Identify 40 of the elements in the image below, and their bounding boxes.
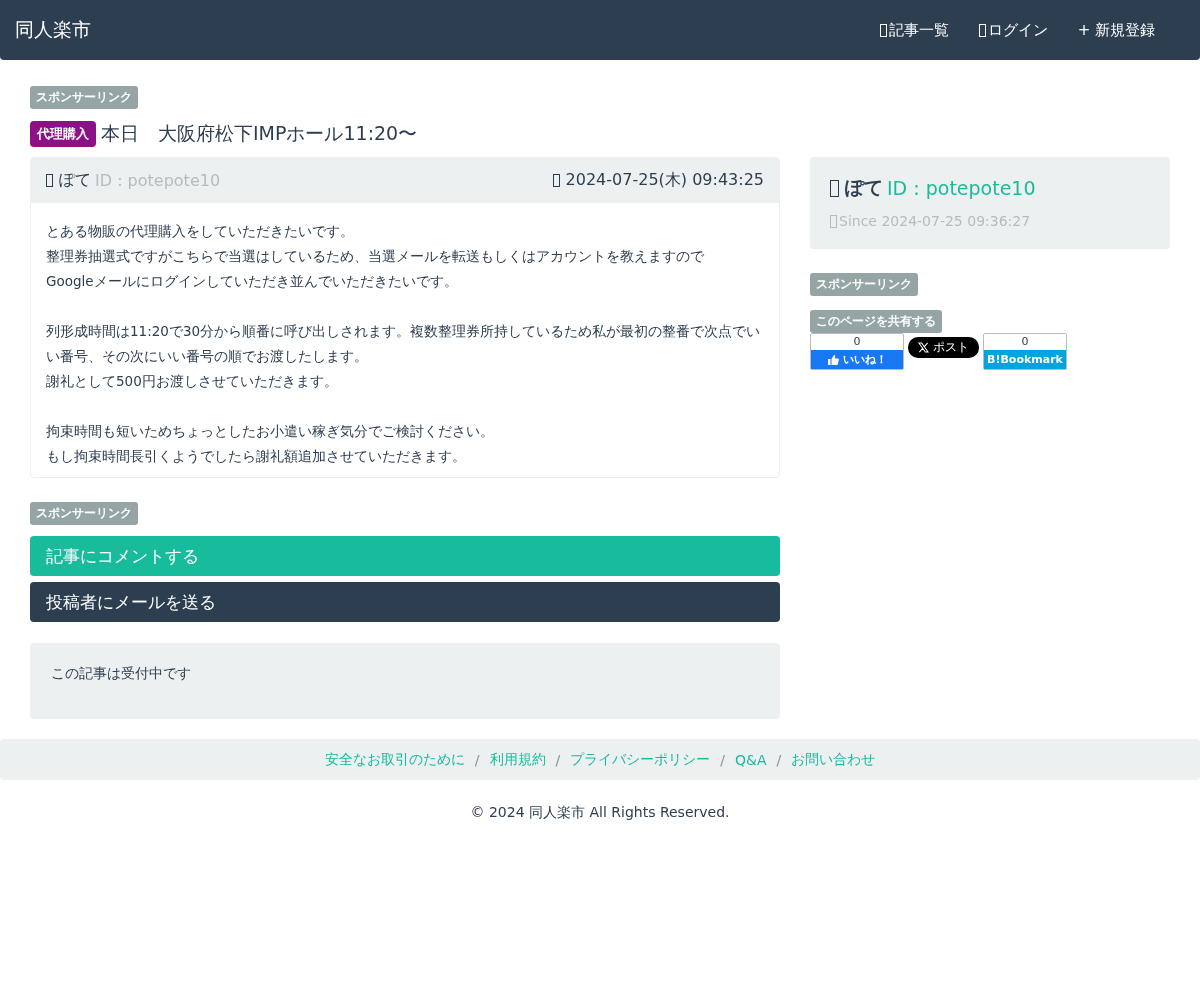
sponsor-label: スポンサーリンク — [810, 273, 918, 296]
nav-link[interactable]: + 新規登録 — [1077, 20, 1155, 40]
nav-link[interactable]: ログイン — [978, 20, 1048, 40]
separator: / — [776, 751, 782, 768]
thumbs-up-icon — [827, 353, 839, 366]
article-text-line: 謝礼として500円お渡しさせていただきます。 — [46, 373, 338, 389]
missing-glyph-icon — [830, 179, 839, 197]
missing-glyph-icon — [879, 23, 887, 37]
separator: / — [720, 751, 725, 768]
missing-glyph-icon — [830, 214, 837, 228]
article-title: 本日 大阪府松下IMPホール11:20〜 — [101, 121, 418, 146]
x-logo-icon — [918, 342, 929, 353]
article-text-line: 拘束時間も短いためちょっとしたお小遣い稼ぎ気分でご検討ください。 — [46, 423, 494, 439]
missing-glyph-icon — [552, 174, 560, 187]
separator: / — [555, 751, 561, 768]
separator: / — [474, 751, 480, 768]
category-badge: 代理購入 — [30, 121, 96, 147]
action-button[interactable]: 投稿者にメールを送る — [30, 582, 780, 622]
article-text-line: Googleメールにログインしていただき並んでいただきたいです。 — [46, 273, 458, 289]
site-logo[interactable]: 同人楽市 — [15, 17, 91, 43]
post-date: 2024-07-25(木) 09:43:25 — [565, 170, 764, 191]
status-text: この記事は受付中です — [51, 665, 191, 681]
like-button[interactable]: 0 いいね！ — [810, 333, 904, 370]
article-text-line: とある物販の代理購入をしていただきたいです。 — [46, 223, 354, 239]
user-name: ぽて — [845, 175, 883, 200]
bookmark-button[interactable]: 0 B!Bookmark — [983, 333, 1067, 370]
post-button[interactable]: ポスト — [908, 337, 979, 358]
missing-glyph-icon — [46, 174, 53, 187]
missing-glyph-icon — [978, 23, 986, 37]
author-id: ID : potepote10 — [95, 171, 221, 190]
nav-link[interactable]: 記事一覧 — [879, 20, 949, 40]
member-since: Since 2024-07-25 09:36:27 — [839, 213, 1031, 229]
copyright: © 2024 同人楽市 All Rights Reserved. — [470, 804, 730, 820]
article-text-line: 列形成時間は11:20で30分から順番に呼び出しされます。複数整理券所持しているため私が最初の整番で次点でいい番号、その次にいい番号の順でお渡したします。 — [46, 323, 761, 364]
author-name: ぽて — [59, 170, 91, 191]
sponsor-label: スポンサーリンク — [30, 86, 138, 109]
sponsor-label: スポンサーリンク — [30, 502, 138, 525]
article-text-line: もし拘束時間長引くようでしたら謝礼額追加させていただきます。 — [46, 448, 466, 464]
share-label: このページを共有する — [810, 310, 942, 333]
article-text-line: 整理券抽選式ですがこちらで当選はしているため、当選メールを転送もしくはアカウントを教えますので — [46, 248, 704, 264]
